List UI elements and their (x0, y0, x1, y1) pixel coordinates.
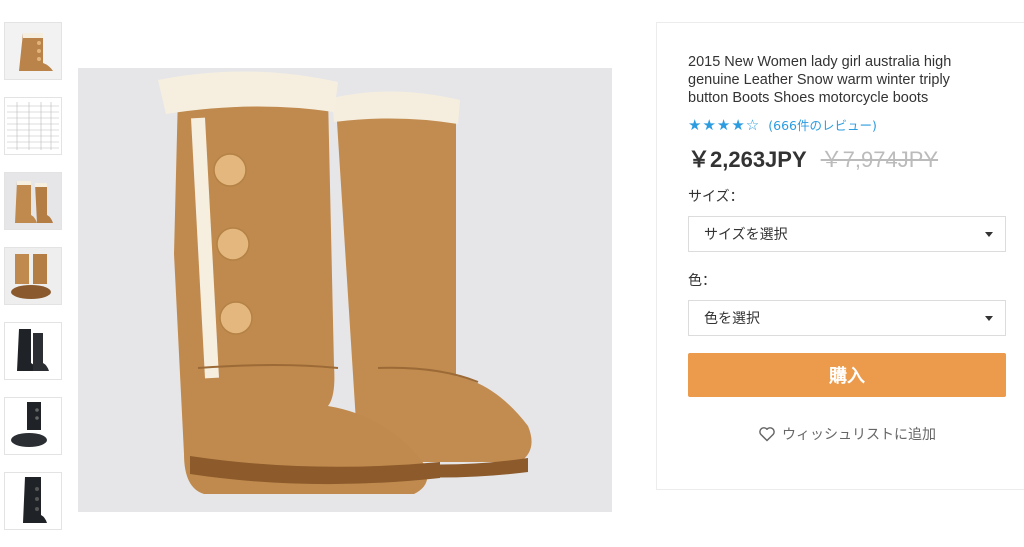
original-price: ￥7,974JPY (820, 147, 939, 172)
thumb-black-boot-side[interactable] (4, 472, 62, 530)
add-to-wishlist-button[interactable]: ウィッシュリストに追加 (688, 424, 1006, 444)
color-select[interactable]: 色を選択 (688, 300, 1006, 336)
thumb-black-boots-sole[interactable] (4, 397, 62, 455)
thumb-black-boots[interactable] (4, 322, 62, 380)
stars-filled: ★★★★ (688, 115, 746, 134)
heart-icon (758, 426, 776, 442)
chevron-down-icon (985, 231, 993, 237)
review-count-link[interactable]: (666件のレビュー) (768, 115, 877, 134)
size-select[interactable]: サイズを選択 (688, 216, 1006, 252)
thumb-boot-side[interactable] (4, 22, 62, 80)
star-empty-icon: ☆ (745, 115, 761, 134)
price-row: ￥2,263JPY ￥7,974JPY (688, 142, 1006, 174)
rating-stars: ★★★★☆ (688, 116, 760, 134)
thumb-boots-front[interactable] (4, 172, 62, 230)
thumbnail-list (4, 22, 64, 547)
product-info-panel: 2015 New Women lady girl australia high … (656, 22, 1024, 490)
current-price: ￥2,263JPY (688, 147, 807, 172)
color-label: 色： (688, 273, 716, 289)
size-select-value: サイズを選択 (704, 227, 788, 243)
main-product-image (78, 68, 612, 512)
product-title: 2015 New Women lady girl australia high … (688, 54, 952, 106)
color-select-value: 色を選択 (704, 311, 760, 327)
thumb-size-chart[interactable] (4, 97, 62, 155)
size-label: サイズ： (688, 189, 744, 205)
buy-button[interactable]: 購入 (688, 353, 1006, 397)
wishlist-label: ウィッシュリストに追加 (782, 427, 936, 443)
rating-row: ★★★★☆ (666件のレビュー) (688, 115, 1006, 134)
thumb-boots-sole[interactable] (4, 247, 62, 305)
chevron-down-icon (985, 315, 993, 321)
